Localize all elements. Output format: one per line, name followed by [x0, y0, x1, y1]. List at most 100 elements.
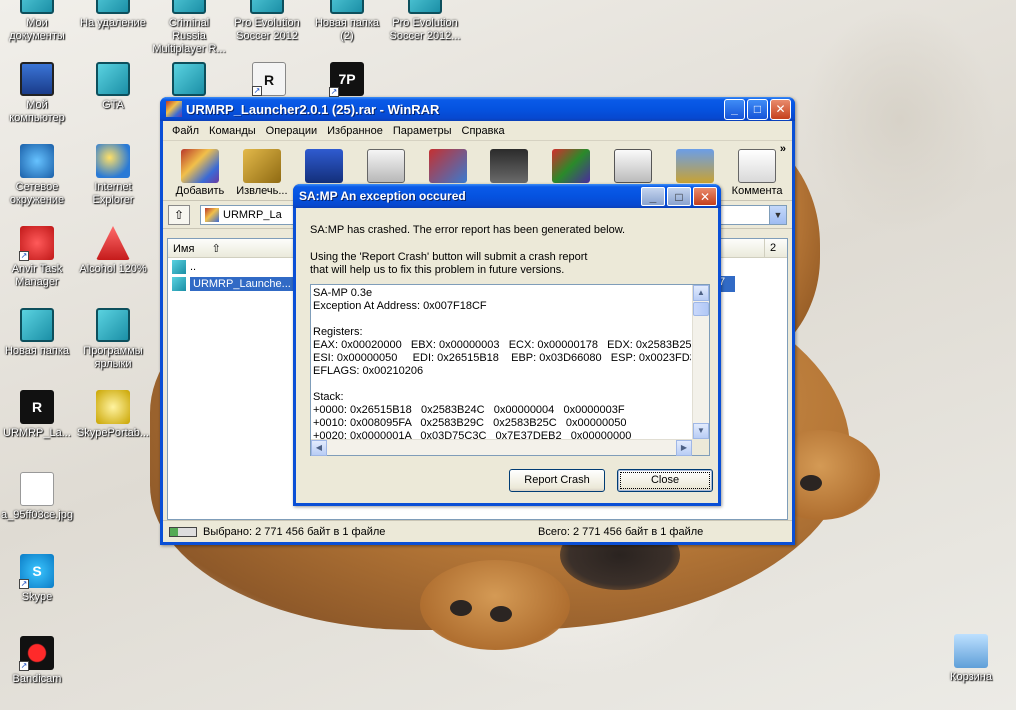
folder-icon [96, 0, 130, 14]
status-bar: Выбрано: 2 771 456 байт в 1 файле Всего:… [163, 520, 792, 542]
up-folder-button[interactable]: ⇧ [168, 204, 190, 225]
desktop-icon-label: URMRP_La... [3, 427, 71, 439]
menu-help[interactable]: Справка [457, 125, 510, 137]
menu-options[interactable]: Параметры [388, 125, 457, 137]
horizontal-scrollbar[interactable]: ◀ ▶ [311, 439, 692, 456]
toolbar-more-chevron-icon[interactable]: » [780, 143, 786, 155]
menu-commands[interactable]: Команды [204, 125, 261, 137]
close-dialog-button[interactable]: Close [617, 469, 713, 492]
desktop-icon-new-folder[interactable]: Новая папка [0, 308, 74, 358]
desktop-icon-my-computer[interactable]: Мой компьютер [0, 62, 74, 125]
chevron-down-icon[interactable]: ▼ [769, 205, 786, 224]
desktop-icon-pes-2012[interactable]: Pro Evolution Soccer 2012 [230, 0, 304, 43]
dialog-title: SA:MP An exception occured [299, 189, 466, 203]
skype-portable-icon [96, 390, 130, 424]
shortcut-arrow-icon: ↗ [19, 661, 29, 671]
desktop-icon-criminal-russia[interactable]: Criminal Russia Multiplayer R... [152, 0, 226, 56]
toolbar-add-button[interactable]: Добавить [169, 149, 231, 197]
puppy-paw [420, 560, 570, 650]
desktop-icon-to-delete[interactable]: На удаление [76, 0, 150, 30]
desktop-icon-label: Новая папка [4, 345, 70, 357]
menu-file[interactable]: Файл [167, 125, 204, 137]
toolbar-comment-button[interactable]: Коммента [726, 149, 788, 197]
winrar-app-icon [166, 101, 182, 117]
desktop-icon-label: Pro Evolution Soccer 2012 [234, 17, 300, 42]
desktop-icon-folder-unnamed[interactable] [152, 62, 226, 99]
desktop-icon-7p[interactable]: 7P ↗ [310, 62, 384, 99]
desktop-icon-bandicam[interactable]: ↗ Bandicam [0, 636, 74, 686]
vertical-scrollbar[interactable]: ▲ ▼ [692, 285, 709, 439]
menu-operations[interactable]: Операции [261, 125, 322, 137]
column-header-name[interactable]: Имя ⇧ [168, 239, 298, 257]
toolbar-extract-button[interactable]: Извлечь... [231, 149, 293, 197]
paw-pad [800, 475, 822, 491]
maximize-button[interactable]: □ [667, 186, 691, 206]
crash-report-text: SA-MP 0.3e Exception At Address: 0x007F1… [313, 287, 691, 439]
close-button[interactable]: ✕ [770, 98, 791, 120]
column-header-last[interactable]: 2 [765, 239, 787, 257]
desktop-icon-skype-portable[interactable]: SkypePortab... [76, 390, 150, 440]
minimize-button[interactable]: _ [641, 186, 665, 206]
close-button[interactable]: ✕ [693, 186, 717, 206]
folder-icon [20, 0, 54, 14]
delete-icon [428, 149, 467, 183]
status-selected: Выбрано: 2 771 456 байт в 1 файле [203, 525, 386, 538]
scroll-left-icon[interactable]: ◀ [311, 440, 327, 456]
bandicam-icon: ↗ [19, 636, 54, 671]
desktop-icon-label: GTA [102, 99, 124, 111]
test-icon [304, 149, 343, 183]
desktop-icon-my-documents[interactable]: Мои документы [0, 0, 74, 43]
desktop-icon-label: Программы ярлыки [83, 345, 143, 370]
folder-icon [250, 0, 284, 14]
desktop-icon-anvir[interactable]: ↗ Anvir Task Manager [0, 226, 74, 289]
status-total: Всего: 2 771 456 байт в 1 файле [538, 525, 704, 538]
folder-icon [96, 308, 130, 342]
alcohol-icon [96, 226, 130, 260]
crash-message: SA:MP has crashed. The error report has … [310, 224, 626, 236]
desktop-icon-label: Criminal Russia Multiplayer R... [152, 17, 226, 55]
desktop-icon-label: Anvir Task Manager [11, 263, 63, 288]
minimize-button[interactable]: _ [724, 98, 745, 120]
desktop-icon-rockstar[interactable]: R ↗ [232, 62, 306, 99]
desktop-icon-pes-2012-copy[interactable]: Pro Evolution Soccer 2012... [388, 0, 462, 43]
desktop-icon-label: Alcohol 120% [79, 263, 147, 275]
desktop-icon-label: На удаление [80, 17, 146, 29]
menu-bar: Файл Команды Операции Избранное Параметр… [163, 121, 792, 141]
folder-icon [408, 0, 442, 14]
desktop-icon-skype[interactable]: S ↗ Skype [0, 554, 74, 604]
desktop-icon-gta[interactable]: GTA [76, 62, 150, 112]
scroll-up-icon[interactable]: ▲ [693, 285, 709, 301]
paw-pad [490, 606, 512, 622]
up-arrow-icon: ⇧ [173, 207, 185, 222]
maximize-button[interactable]: □ [747, 98, 768, 120]
desktop-icon-new-folder-2[interactable]: Новая папка (2) [310, 0, 384, 43]
winrar-titlebar[interactable]: URMRP_Launcher2.0.1 (25).rar - WinRAR _ … [160, 97, 795, 121]
report-instruction-1: Using the 'Report Crash' button will sub… [310, 251, 588, 263]
samp-exception-dialog[interactable]: SA:MP An exception occured _ □ ✕ SA:MP h… [293, 184, 721, 506]
desktop-icon-label: Мои документы [9, 17, 65, 42]
info-icon [614, 149, 653, 183]
scroll-down-icon[interactable]: ▼ [693, 423, 709, 439]
scroll-thumb[interactable] [693, 302, 709, 316]
report-instruction-2: that will help us to fix this problem in… [310, 264, 565, 276]
desktop-icon-urmrp[interactable]: R URMRP_La... [0, 390, 74, 440]
desktop-icon-alcohol[interactable]: Alcohol 120% [76, 226, 150, 276]
desktop-icon-label: Skype [21, 591, 53, 603]
desktop-icon-label: SkypePortab... [76, 427, 150, 439]
desktop-icon-label: Bandicam [12, 673, 62, 685]
crash-report-textbox[interactable]: SA-MP 0.3e Exception At Address: 0x007F1… [310, 284, 710, 456]
extract-icon [242, 149, 281, 183]
scroll-right-icon[interactable]: ▶ [676, 440, 692, 456]
dialog-titlebar[interactable]: SA:MP An exception occured _ □ ✕ [293, 184, 721, 208]
shortcut-arrow-icon: ↗ [329, 87, 339, 97]
desktop-icon-jpg[interactable]: a_95ff03ce.jpg [0, 472, 74, 522]
desktop-icon-recycle-bin[interactable]: Корзина [934, 634, 1008, 684]
folder-icon [20, 308, 54, 342]
comment-icon [738, 149, 777, 183]
desktop-icon-program-shortcuts[interactable]: Программы ярлыки [76, 308, 150, 371]
report-crash-button[interactable]: Report Crash [509, 469, 605, 492]
desktop-icon-network[interactable]: Сетевое окружение [0, 144, 74, 207]
desktop-icon-internet-explorer[interactable]: Internet Explorer [76, 144, 150, 207]
menu-favorites[interactable]: Избранное [322, 125, 388, 137]
desktop-icon-label: Новая папка (2) [314, 17, 380, 42]
